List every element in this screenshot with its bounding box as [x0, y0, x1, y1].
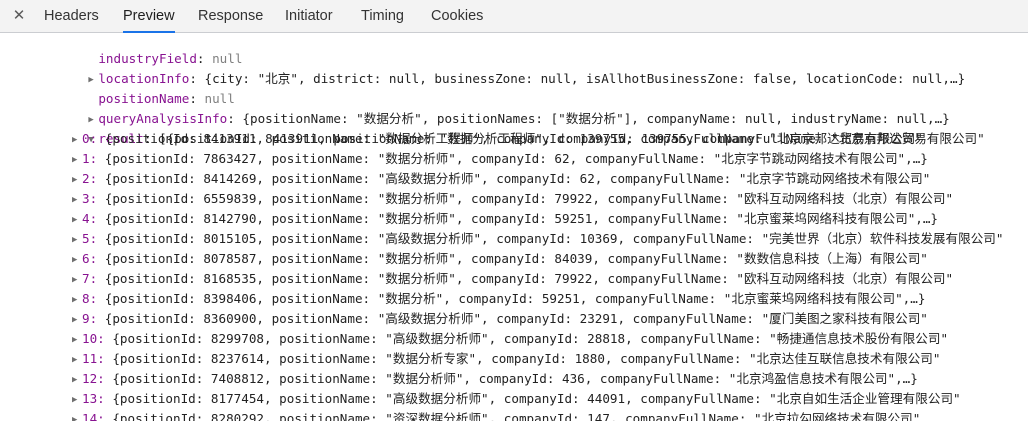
result-item-value: {positionId: 7863427, positionName: "数据分… [104, 151, 928, 166]
result-item-row[interactable]: ▶ 10: {positionId: 8299708, positionName:… [72, 329, 948, 349]
result-item-row[interactable]: ▶ 5: {positionId: 8015105, positionName: … [72, 229, 1003, 249]
array-index: 12: [82, 371, 105, 386]
result-item-value: {positionId: 7408812, positionName: "数据分… [112, 371, 918, 386]
expand-arrow-icon[interactable]: ▶ [72, 270, 82, 290]
array-index: 5: [82, 231, 98, 246]
expand-arrow-icon[interactable]: ▶ [72, 230, 82, 250]
result-item-row[interactable]: ▶ 6: {positionId: 8078587, positionName: … [72, 249, 928, 269]
expand-arrow-icon[interactable]: ▶ [72, 350, 82, 370]
expand-arrow-icon[interactable]: ▶ [72, 410, 82, 421]
expand-arrow-icon[interactable]: ▶ [72, 130, 82, 150]
expand-arrow-icon[interactable]: ▶ [72, 210, 82, 230]
result-item-row[interactable]: ▶ 13: {positionId: 8177454, positionName:… [72, 389, 961, 409]
array-index: 4: [82, 211, 98, 226]
result-item-value: {positionId: 8078587, positionName: "数据分… [104, 251, 928, 266]
query-analysis-info-row[interactable]: ▶ queryAnalysisInfo: {positionName: "数据分析… [58, 89, 949, 126]
result-item-value: {positionId: 8413911, positionName: "数据分… [104, 131, 923, 146]
tab-cookies[interactable]: Cookies [431, 0, 483, 32]
result-item-row[interactable]: ▶ 7: {positionId: 8168535, positionName: … [72, 269, 953, 289]
array-index: 9: [82, 311, 98, 326]
result-item-row[interactable]: ▶ 11: {positionId: 8237614, positionName:… [72, 349, 940, 369]
array-index: 3: [82, 191, 98, 206]
property-value: {city: "北京", district: null, businessZon… [204, 71, 966, 86]
result-item-value: {positionId: 8015105, positionName: "高级数… [104, 231, 1004, 246]
result-item-value: {positionId: 8414269, positionName: "高级数… [104, 171, 931, 186]
expand-arrow-icon[interactable]: ▶ [72, 290, 82, 310]
result-item-row[interactable]: ▶ 14: {positionId: 8280292, positionName:… [72, 409, 920, 421]
preview-panel: industryField: null ▶ locationInfo: {city… [0, 33, 1028, 421]
result-item-value: {positionId: 8360900, positionName: "高级数… [104, 311, 928, 326]
tab-response[interactable]: Response [198, 0, 263, 32]
expand-arrow-icon[interactable]: ▶ [72, 310, 82, 330]
result-item-value: {positionId: 8142790, positionName: "数据分… [104, 211, 939, 226]
result-item-row[interactable]: ▶ 0: {positionId: 8413911, positionName: … [72, 129, 923, 149]
result-item-row[interactable]: ▶ 9: {positionId: 8360900, positionName: … [72, 309, 928, 329]
close-icon[interactable]: ✕ [10, 6, 28, 26]
array-index: 0: [82, 131, 98, 146]
array-index: 11: [82, 351, 105, 366]
array-index: 10: [82, 331, 105, 346]
expand-arrow-icon[interactable]: ▶ [72, 170, 82, 190]
expand-arrow-icon[interactable]: ▶ [72, 250, 82, 270]
array-index: 13: [82, 391, 105, 406]
expand-arrow-icon[interactable]: ▶ [72, 390, 82, 410]
tab-headers[interactable]: Headers [44, 0, 99, 32]
tab-timing[interactable]: Timing [361, 0, 404, 32]
result-item-value: {positionId: 8168535, positionName: "数据分… [104, 271, 954, 286]
tab-initiator[interactable]: Initiator [285, 0, 333, 32]
result-item-value: {positionId: 8299708, positionName: "高级数… [112, 331, 949, 346]
result-row[interactable]: ▼ result: [{positionId: 8413911, position… [58, 109, 984, 146]
array-index: 14: [82, 411, 105, 421]
array-index: 1: [82, 151, 98, 166]
result-item-row[interactable]: ▶ 8: {positionId: 8398406, positionName: … [72, 289, 925, 309]
result-item-row[interactable]: ▶ 1: {positionId: 7863427, positionName: … [72, 149, 928, 169]
expand-arrow-icon[interactable]: ▶ [72, 150, 82, 170]
result-item-value: {positionId: 6559839, positionName: "数据分… [104, 191, 954, 206]
location-info-row[interactable]: ▶ locationInfo: {city: "北京", district: nu… [58, 49, 965, 86]
array-index: 6: [82, 251, 98, 266]
tab-preview[interactable]: Preview [123, 0, 175, 33]
expand-arrow-icon[interactable]: ▶ [72, 370, 82, 390]
devtools-tabbar: ✕ Headers Preview Response Initiator Tim… [0, 0, 1028, 33]
expand-arrow-icon[interactable]: ▶ [72, 330, 82, 350]
result-item-value: {positionId: 8177454, positionName: "高级数… [112, 391, 961, 406]
array-index: 8: [82, 291, 98, 306]
result-item-row[interactable]: ▶ 2: {positionId: 8414269, positionName: … [72, 169, 930, 189]
industry-field-row: industryField: null [98, 51, 243, 66]
result-item-value: {positionId: 8237614, positionName: "数据分… [112, 351, 941, 366]
position-name-row: positionName: null [98, 91, 235, 106]
result-item-row[interactable]: ▶ 12: {positionId: 7408812, positionName:… [72, 369, 918, 389]
result-item-value: {positionId: 8280292, positionName: "资深数… [112, 411, 921, 421]
array-index: 2: [82, 171, 98, 186]
expand-arrow-icon[interactable]: ▶ [72, 190, 82, 210]
result-item-value: {positionId: 8398406, positionName: "数据分… [104, 291, 926, 306]
result-item-row[interactable]: ▶ 4: {positionId: 8142790, positionName: … [72, 209, 938, 229]
array-index: 7: [82, 271, 98, 286]
result-item-row[interactable]: ▶ 3: {positionId: 6559839, positionName: … [72, 189, 953, 209]
